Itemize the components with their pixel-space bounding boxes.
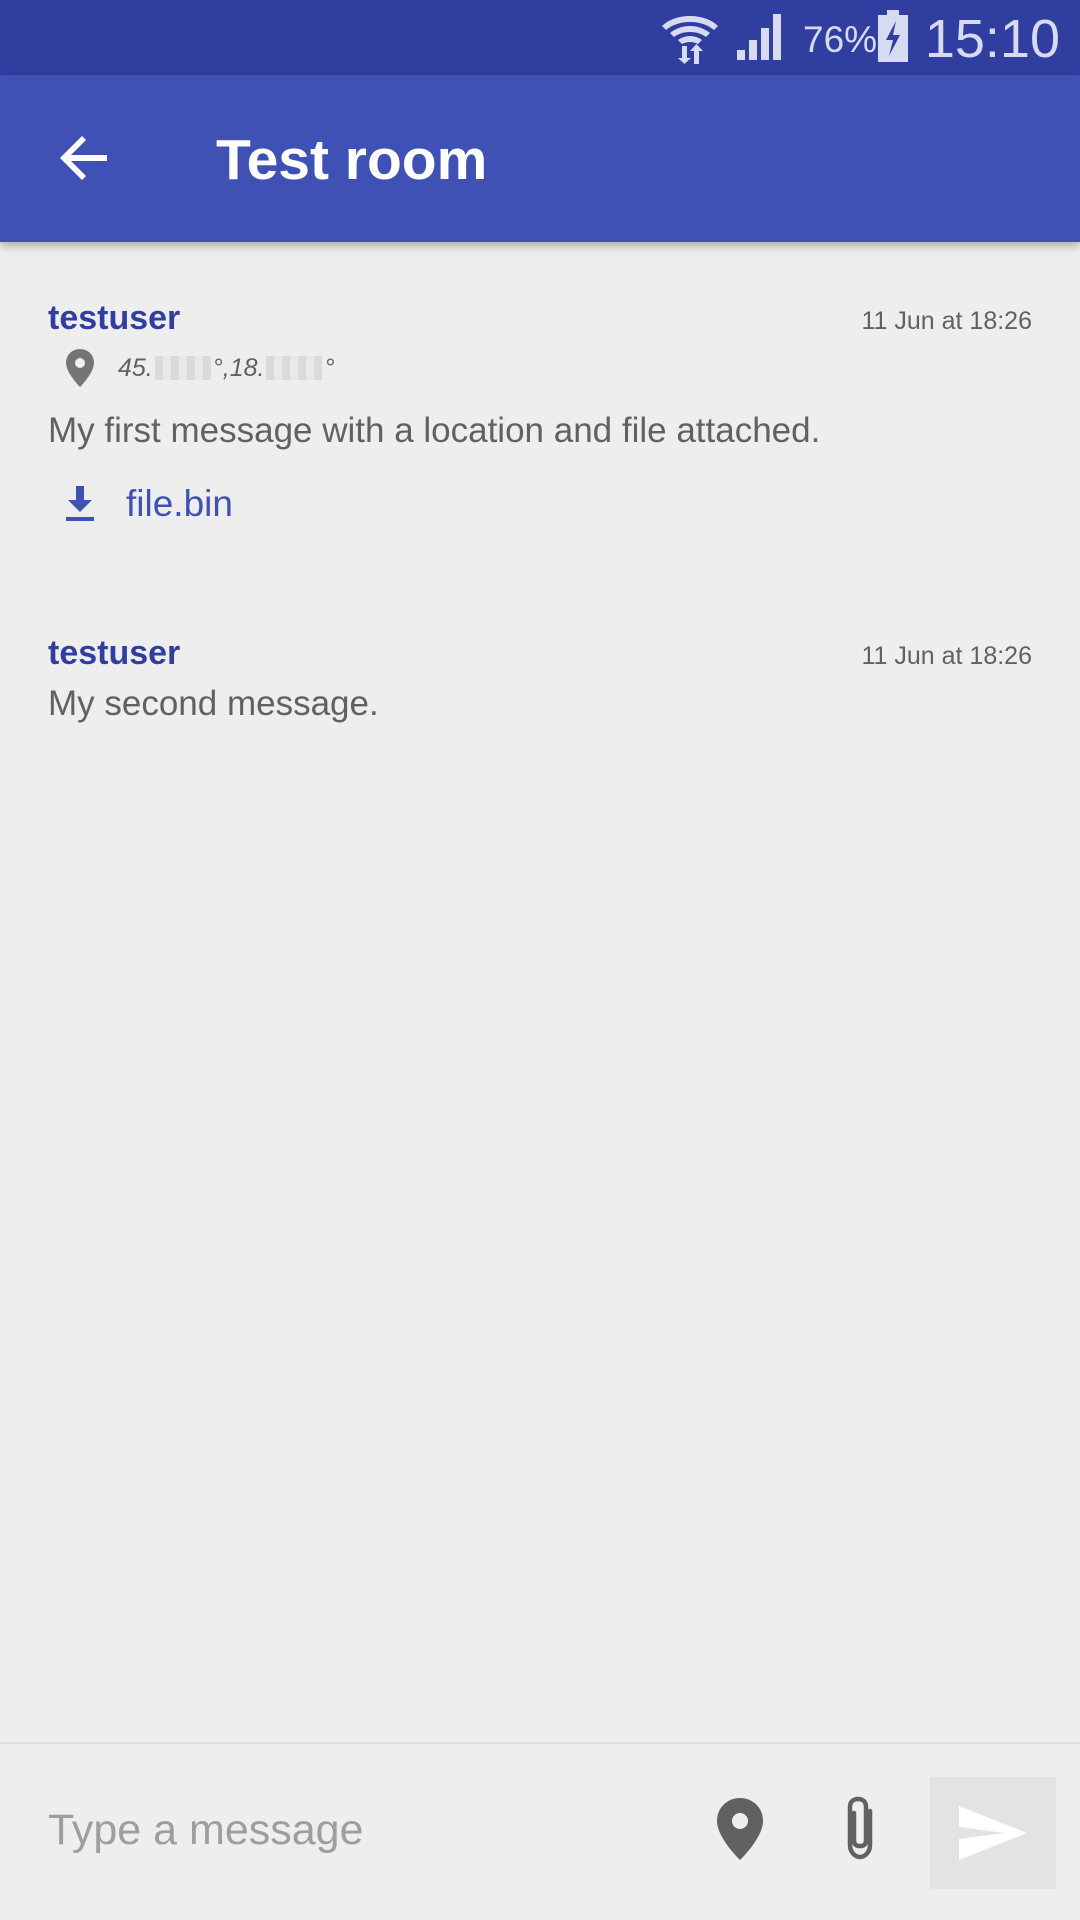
message-timestamp: 11 Jun at 18:26 (861, 307, 1032, 335)
status-clock: 15:10 (924, 9, 1060, 69)
message-timestamp: 11 Jun at 18:26 (861, 642, 1032, 670)
message-item: testuser 11 Jun at 18:26 My second messa… (48, 633, 1032, 743)
chat-screen: 76% 15:10 Test room testuser 11 Jun at 1… (0, 0, 1080, 1920)
message-author: testuser (48, 299, 181, 337)
longitude-prefix: 18. (229, 354, 265, 382)
signal-icon (737, 14, 781, 60)
location-pin-icon (717, 1798, 763, 1860)
status-bar: 76% 15:10 (0, 0, 1080, 75)
message-author: testuser (48, 634, 181, 672)
back-button[interactable] (40, 113, 130, 203)
send-icon (959, 1806, 1027, 1860)
location-pin-icon (66, 349, 94, 387)
message-text: My second message. (48, 684, 379, 723)
share-location-button[interactable] (700, 1784, 780, 1874)
message-item: testuser 11 Jun at 18:26 45. °, 18. ° My… (48, 298, 1032, 528)
paperclip-icon (847, 1796, 873, 1860)
attach-file-button[interactable] (820, 1784, 900, 1874)
redacted-value (154, 356, 211, 380)
latitude-prefix: 45. (118, 354, 153, 382)
location-coordinates: 45. °, 18. ° (118, 351, 334, 385)
battery-percent: 76% (803, 19, 878, 60)
coordinate-separator: °, (212, 354, 230, 382)
battery-charging-icon (878, 10, 908, 62)
attachment-link[interactable]: file.bin (64, 482, 233, 526)
message-composer (0, 1742, 1080, 1920)
app-bar: Test room (0, 75, 1080, 242)
message-input[interactable] (48, 1794, 668, 1866)
download-icon (66, 486, 94, 521)
wifi-icon (662, 16, 718, 64)
send-button[interactable] (930, 1777, 1056, 1889)
message-location[interactable]: 45. °, 18. ° (66, 348, 334, 388)
coordinate-suffix: ° (324, 354, 335, 382)
message-text: My first message with a location and fil… (48, 411, 821, 450)
message-list[interactable]: testuser 11 Jun at 18:26 45. °, 18. ° My… (0, 242, 1080, 1742)
redacted-value (266, 356, 323, 380)
page-title: Test room (216, 128, 488, 192)
arrow-back-icon (60, 136, 107, 180)
attachment-name: file.bin (126, 483, 233, 524)
